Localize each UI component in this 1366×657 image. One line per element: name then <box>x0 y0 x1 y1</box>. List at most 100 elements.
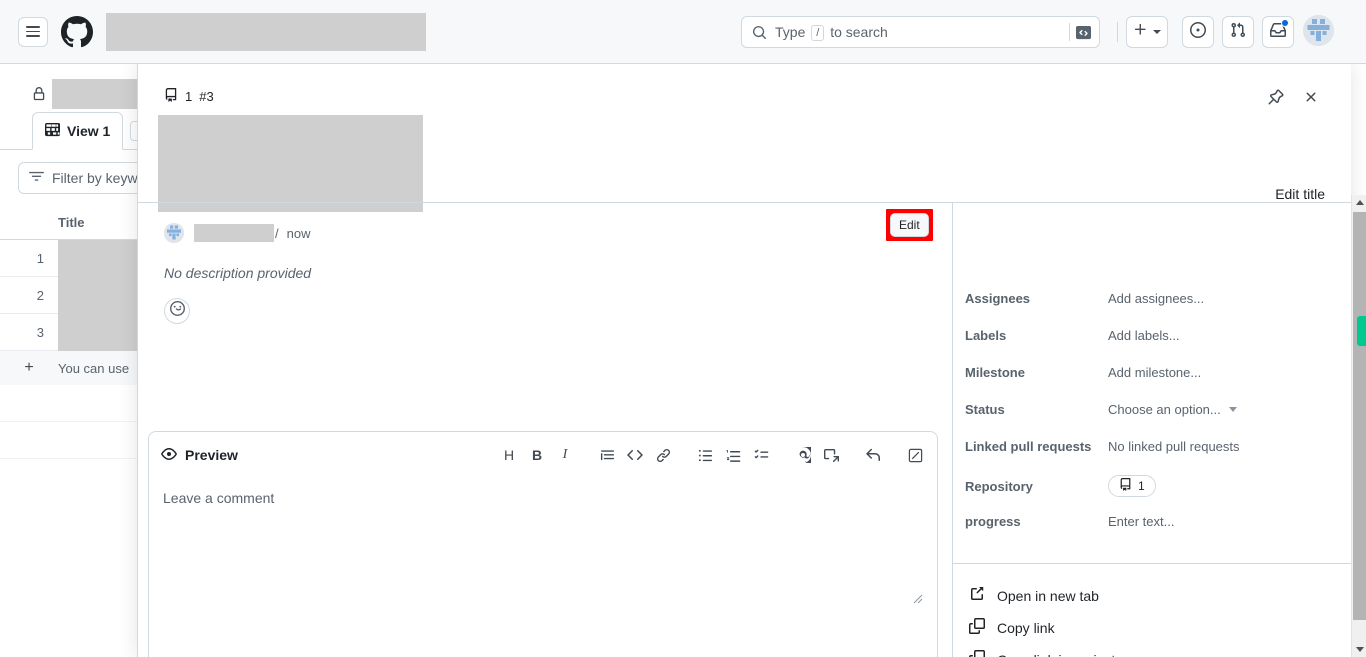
search-slash-key: / <box>811 24 825 41</box>
action-label: Copy link in project <box>997 652 1115 657</box>
markdown-toolbar: H B I <box>495 441 929 469</box>
scroll-position-marker <box>1357 316 1366 346</box>
field-label: Milestone <box>965 365 1025 380</box>
issue-content-pane: / now Edit No description provided Previ… <box>138 203 952 657</box>
repository-chip[interactable]: 1 <box>1108 475 1156 497</box>
comment-composer: Preview H B I Leave a comment <box>148 431 938 657</box>
notification-dot <box>1281 19 1289 27</box>
hamburger-menu-icon[interactable] <box>18 16 48 47</box>
filter-icon <box>29 169 44 187</box>
scrollbar-thumb[interactable] <box>1353 212 1366 620</box>
chevron-down-icon <box>1228 407 1237 412</box>
sidebar-field-progress: progress Enter text... <box>965 514 1341 529</box>
copy-icon <box>969 650 985 657</box>
edit-title-button[interactable]: Edit title <box>1275 186 1325 202</box>
pull-requests-button[interactable] <box>1222 16 1254 48</box>
sidebar-field-linked-prs: Linked pull requests No linked pull requ… <box>965 439 1341 454</box>
search-input[interactable]: Type / to search <box>741 16 1100 48</box>
italic-icon[interactable]: I <box>551 441 579 469</box>
search-divider <box>1069 23 1070 41</box>
copy-icon <box>969 618 985 637</box>
field-label: Repository <box>965 478 1033 494</box>
progress-value[interactable]: Enter text... <box>1108 514 1174 529</box>
comment-textarea[interactable]: Leave a comment <box>149 478 937 610</box>
link-icon[interactable] <box>649 441 677 469</box>
issues-button[interactable] <box>1182 16 1214 48</box>
scroll-down-arrow[interactable] <box>1352 642 1366 657</box>
modal-header: 1 #3 Edit title <box>138 64 1351 212</box>
search-placeholder-suffix: to search <box>830 23 888 40</box>
github-logo-icon[interactable] <box>60 15 94 49</box>
tab-view-1[interactable]: View 1 <box>32 112 124 150</box>
red-annotation-box: Edit <box>886 209 933 241</box>
app-root: View 1 Filter by keyword Title 1 2 3 + Y… <box>0 0 1366 657</box>
milestone-value[interactable]: Add milestone... <box>1108 365 1201 380</box>
labels-value[interactable]: Add labels... <box>1108 328 1180 343</box>
tab-view-1-label: View 1 <box>67 123 111 139</box>
modal-body: / now Edit No description provided Previ… <box>138 203 1351 657</box>
sidebar-field-assignees: Assignees Add assignees... <box>965 291 1341 306</box>
comment-author-redacted <box>194 224 274 242</box>
command-palette-icon[interactable] <box>1076 25 1091 40</box>
page-scrollbar[interactable] <box>1351 195 1366 657</box>
edit-comment-highlight: Edit <box>886 209 933 241</box>
action-open-in-new-tab[interactable]: Open in new tab <box>969 586 1099 605</box>
sidebar-divider <box>953 563 1351 564</box>
plus-icon <box>1133 22 1148 42</box>
repo-count: 1 <box>185 89 193 104</box>
action-label: Open in new tab <box>997 587 1099 604</box>
heading-icon[interactable]: H <box>495 441 523 469</box>
action-copy-link[interactable]: Copy link <box>969 618 1055 637</box>
repo-icon <box>164 88 178 105</box>
issue-sidebar: Assignees Add assignees... Labels Add la… <box>952 203 1351 657</box>
field-label: Assignees <box>965 291 1031 306</box>
unordered-list-icon[interactable] <box>691 441 719 469</box>
pin-button[interactable] <box>1263 86 1289 112</box>
sidebar-field-labels: Labels Add labels... <box>965 328 1341 343</box>
user-avatar[interactable] <box>1303 15 1334 46</box>
eye-icon <box>161 446 177 465</box>
notifications-button[interactable] <box>1262 16 1294 48</box>
action-copy-link-in-project[interactable]: Copy link in project <box>969 650 1115 657</box>
field-label: Labels <box>965 328 1007 343</box>
row-number: 1 <box>36 250 44 266</box>
close-modal-button[interactable] <box>1298 86 1324 112</box>
breadcrumb-redacted <box>106 12 426 51</box>
status-value[interactable]: Choose an option... <box>1108 402 1237 417</box>
edit-button[interactable]: Edit <box>890 213 929 237</box>
close-icon <box>1303 89 1319 110</box>
issue-detail-modal: 1 #3 Edit title / now Edit No descriptio… <box>137 64 1351 657</box>
bold-icon[interactable]: B <box>523 441 551 469</box>
quote-icon[interactable] <box>593 441 621 469</box>
issue-title-redacted <box>158 115 423 212</box>
scroll-up-arrow[interactable] <box>1352 195 1366 210</box>
textarea-resize-handle[interactable] <box>909 590 923 604</box>
reply-icon[interactable] <box>859 441 887 469</box>
add-reaction-button[interactable] <box>164 298 190 324</box>
reference-icon[interactable] <box>817 441 845 469</box>
field-label: Status <box>965 402 1005 417</box>
repository-count: 1 <box>1138 479 1145 493</box>
mention-icon[interactable] <box>789 441 817 469</box>
search-icon <box>752 25 767 40</box>
sidebar-field-status: Status Choose an option... <box>965 402 1341 417</box>
table-view-icon <box>45 122 60 140</box>
preview-tab[interactable]: Preview <box>161 446 238 465</box>
row-number: 2 <box>36 287 44 303</box>
code-icon[interactable] <box>621 441 649 469</box>
issue-breadcrumb: 1 #3 <box>164 88 214 105</box>
issue-body-text: No description provided <box>164 265 312 281</box>
create-new-button[interactable] <box>1126 16 1168 48</box>
external-link-icon <box>969 586 985 605</box>
add-item-plus-icon: + <box>24 359 34 376</box>
comment-separator: / <box>275 225 279 241</box>
ordered-list-icon[interactable] <box>719 441 747 469</box>
add-item-hint: You can use <box>58 360 130 376</box>
assignees-value[interactable]: Add assignees... <box>1108 291 1204 306</box>
issue-number: #3 <box>199 89 214 104</box>
task-list-icon[interactable] <box>747 441 775 469</box>
linked-prs-value[interactable]: No linked pull requests <box>1108 439 1240 454</box>
fullscreen-icon[interactable] <box>901 441 929 469</box>
action-label: Copy link <box>997 619 1055 636</box>
field-label: progress <box>965 514 1021 529</box>
